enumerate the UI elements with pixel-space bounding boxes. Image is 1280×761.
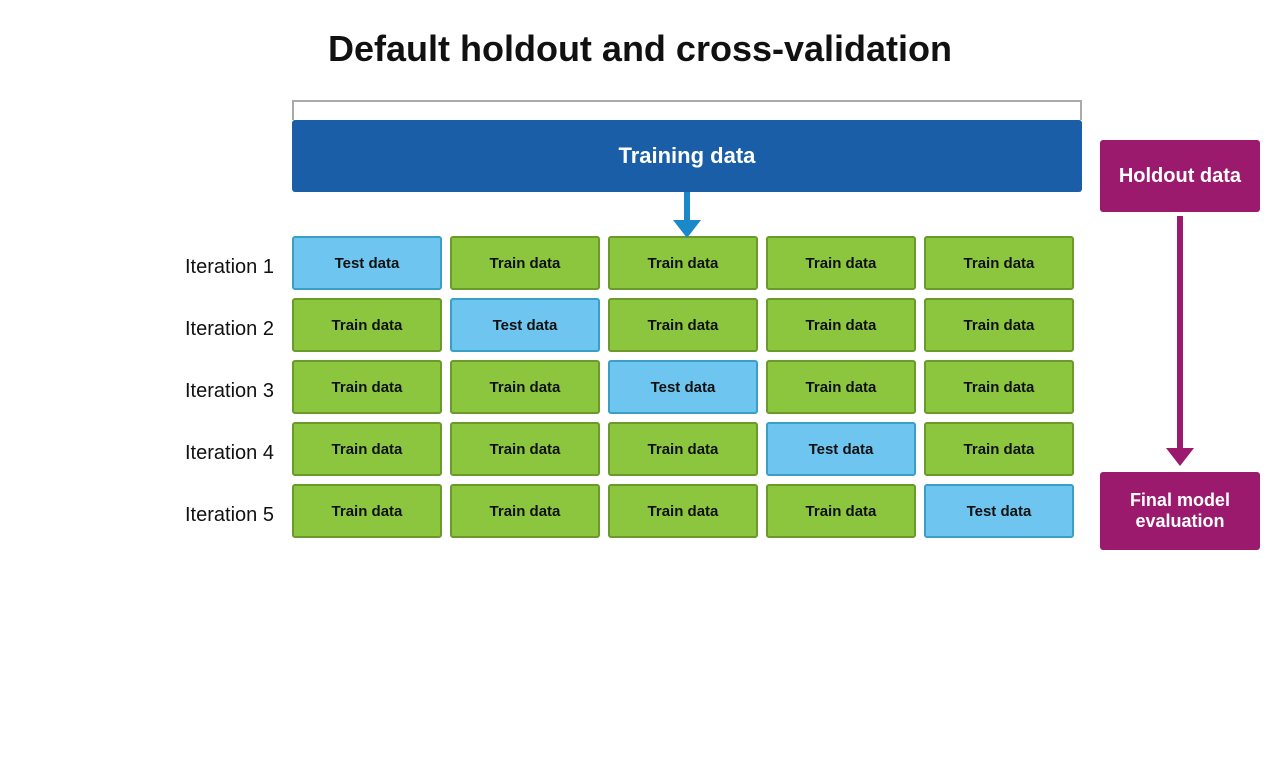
grid-row-4: Train dataTrain dataTrain dataTest dataT…	[292, 422, 1082, 476]
cell-r5-c1: Train data	[292, 484, 442, 538]
cell-r1-c1: Test data	[292, 236, 442, 290]
page-title: Default holdout and cross-validation	[0, 0, 1280, 80]
grid-row-3: Train dataTrain dataTest dataTrain dataT…	[292, 360, 1082, 414]
cell-r5-c5: Test data	[924, 484, 1074, 538]
arrow-shaft	[684, 192, 690, 220]
cell-r3-c2: Train data	[450, 360, 600, 414]
purple-shaft	[1177, 216, 1183, 448]
cell-r2-c2: Test data	[450, 298, 600, 352]
cell-r4-c5: Train data	[924, 422, 1074, 476]
purple-arrowhead	[1166, 448, 1194, 466]
iteration-label-4: Iteration 4	[185, 426, 274, 480]
purple-arrow-area	[1166, 212, 1194, 466]
cell-r2-c1: Train data	[292, 298, 442, 352]
labels-column: Iteration 1 Iteration 2 Iteration 3 Iterati…	[185, 240, 274, 550]
cell-r1-c5: Train data	[924, 236, 1074, 290]
grid-rows: Test dataTrain dataTrain dataTrain dataT…	[292, 236, 1082, 538]
cell-r4-c1: Train data	[292, 422, 442, 476]
cell-r5-c4: Train data	[766, 484, 916, 538]
blue-arrow	[673, 192, 701, 238]
iteration-label-5: Iteration 5	[185, 488, 274, 542]
grid-row-5: Train dataTrain dataTrain dataTrain data…	[292, 484, 1082, 538]
arrow-head	[673, 220, 701, 238]
training-bar: Training data	[292, 120, 1082, 192]
cell-r5-c3: Train data	[608, 484, 758, 538]
cell-r2-c3: Train data	[608, 298, 758, 352]
cell-r1-c2: Train data	[450, 236, 600, 290]
cell-r4-c3: Train data	[608, 422, 758, 476]
iteration-label-1: Iteration 1	[185, 240, 274, 294]
cell-r4-c4: Test data	[766, 422, 916, 476]
grid-row-1: Test dataTrain dataTrain dataTrain dataT…	[292, 236, 1082, 290]
cell-r3-c5: Train data	[924, 360, 1074, 414]
final-model-box: Final model evaluation	[1100, 472, 1260, 550]
cell-r1-c3: Train data	[608, 236, 758, 290]
diagram-area: Training data Test dataTrain dataTrain d…	[292, 100, 1260, 550]
left-panel: Training data Test dataTrain dataTrain d…	[292, 100, 1082, 550]
cell-r2-c5: Train data	[924, 298, 1074, 352]
bracket-top	[292, 100, 1082, 120]
cell-r5-c2: Train data	[450, 484, 600, 538]
cell-r3-c4: Train data	[766, 360, 916, 414]
cell-r3-c3: Test data	[608, 360, 758, 414]
holdout-wrapper: Holdout data Final model evaluation	[1100, 120, 1260, 550]
arrow-down-container	[292, 192, 1082, 236]
iteration-label-3: Iteration 3	[185, 364, 274, 418]
cell-r1-c4: Train data	[766, 236, 916, 290]
cell-r4-c2: Train data	[450, 422, 600, 476]
cell-r2-c4: Train data	[766, 298, 916, 352]
holdout-bar: Holdout data	[1100, 140, 1260, 212]
cell-r3-c1: Train data	[292, 360, 442, 414]
grid-row-2: Train dataTest dataTrain dataTrain dataT…	[292, 298, 1082, 352]
iteration-label-2: Iteration 2	[185, 302, 274, 356]
